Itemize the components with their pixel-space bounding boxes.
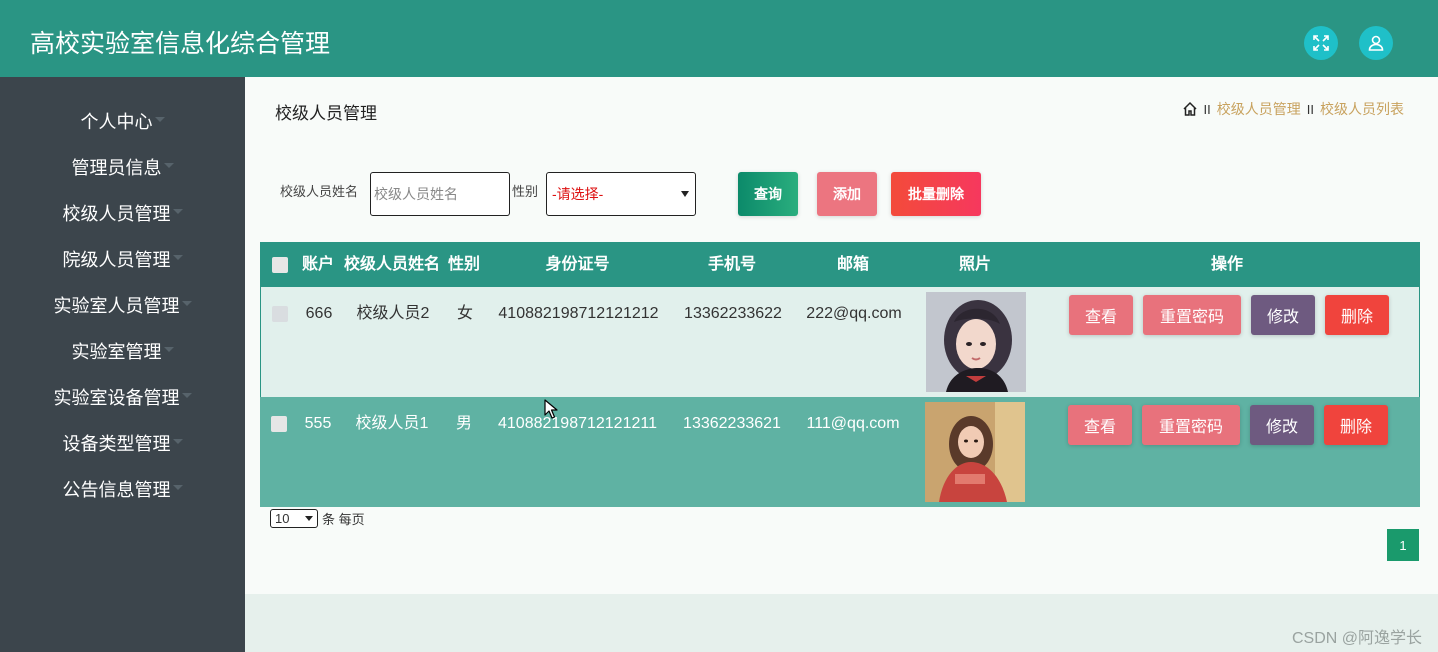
bulk-delete-button[interactable]: 批量删除 (891, 172, 981, 216)
column-header: 邮箱 (836, 256, 869, 273)
page-size-control: 10 条 每页 (270, 509, 365, 528)
reset-password-button[interactable]: 重置密码 (1142, 405, 1240, 445)
caret-down-icon (172, 254, 183, 260)
page-title: 校级人员管理 (275, 104, 377, 123)
sidebar-item-school-staff[interactable]: 校级人员管理 (0, 190, 245, 236)
name-cell: 校级人员2 (356, 305, 430, 322)
phone-cell: 13362233622 (684, 305, 782, 322)
sidebar: 个人中心 管理员信息 校级人员管理 院级人员管理 实验室人员管理 实验室管理 实… (0, 77, 245, 652)
reset-password-button[interactable]: 重置密码 (1143, 295, 1241, 335)
sidebar-item-label: 公告信息管理 (62, 480, 171, 500)
sidebar-item-label: 实验室人员管理 (53, 296, 180, 316)
breadcrumb-separator: II (1306, 101, 1314, 117)
app-title: 高校实验室信息化综合管理 (30, 30, 331, 58)
sidebar-item-label: 校级人员管理 (62, 204, 171, 224)
sidebar-item-college-staff[interactable]: 院级人员管理 (0, 236, 245, 282)
column-header: 账户 (301, 256, 334, 273)
chevron-down-icon (305, 516, 313, 521)
column-header: 操作 (1210, 256, 1243, 273)
table-row: 666 校级人员2 女 410882198712121212 133622336… (260, 287, 1420, 397)
column-header: 身份证号 (545, 256, 610, 273)
fullscreen-icon (1313, 35, 1329, 51)
watermark: CSDN @阿逸学长 (1291, 630, 1422, 647)
chevron-down-icon (681, 191, 689, 197)
home-icon[interactable] (1182, 101, 1198, 117)
user-menu-button[interactable] (1359, 26, 1393, 60)
gender-cell: 女 (456, 305, 473, 322)
sidebar-item-lab[interactable]: 实验室管理 (0, 328, 245, 374)
id-number-cell: 410882198712121211 (498, 415, 657, 432)
account-cell: 666 (305, 305, 333, 322)
sidebar-item-equipment-type[interactable]: 设备类型管理 (0, 420, 245, 466)
caret-down-icon (172, 484, 183, 490)
staff-photo (926, 292, 1026, 392)
account-cell: 555 (304, 415, 332, 432)
top-header: 高校实验室信息化综合管理 (0, 0, 1438, 77)
sidebar-item-label: 个人中心 (80, 112, 153, 132)
row-checkbox[interactable] (272, 306, 288, 322)
gender-filter-label: 性别 (512, 184, 539, 199)
sidebar-item-label: 实验室管理 (71, 342, 162, 362)
main-panel: 校级人员管理 II 校级人员管理 II 校级人员列表 校级人员姓名 性别 -请选… (245, 77, 1438, 594)
phone-cell: 13362233621 (683, 415, 781, 432)
name-search-input[interactable] (370, 172, 510, 216)
caret-down-icon (163, 162, 174, 168)
sidebar-item-label: 院级人员管理 (62, 250, 171, 270)
sidebar-item-admin-info[interactable]: 管理员信息 (0, 144, 245, 190)
column-header: 手机号 (707, 256, 756, 273)
column-header: 校级人员姓名 (343, 256, 440, 273)
sidebar-item-lab-staff[interactable]: 实验室人员管理 (0, 282, 245, 328)
staff-photo (925, 402, 1025, 502)
edit-button[interactable]: 修改 (1251, 295, 1315, 335)
delete-button[interactable]: 删除 (1324, 405, 1388, 445)
per-page-label: 条 每页 (322, 512, 365, 527)
caret-down-icon (181, 392, 192, 398)
email-cell: 111@qq.com (806, 415, 900, 432)
gender-select[interactable]: -请选择- (546, 172, 696, 216)
breadcrumb-item[interactable]: 校级人员列表 (1320, 99, 1404, 119)
caret-down-icon (163, 346, 174, 352)
caret-down-icon (181, 300, 192, 306)
id-number-cell: 410882198712121212 (498, 305, 659, 322)
view-button[interactable]: 查看 (1068, 405, 1132, 445)
sidebar-item-personal-center[interactable]: 个人中心 (0, 98, 245, 144)
query-button[interactable]: 查询 (738, 172, 798, 216)
email-cell: 222@qq.com (806, 305, 902, 322)
column-header: 照片 (958, 256, 991, 273)
sidebar-item-label: 实验室设备管理 (53, 388, 180, 408)
row-checkbox[interactable] (271, 416, 287, 432)
gender-select-value: -请选择- (552, 186, 604, 202)
page-number-button[interactable]: 1 (1387, 529, 1419, 561)
table-row: 555 校级人员1 男 410882198712121211 133622336… (260, 397, 1420, 507)
breadcrumb-item[interactable]: 校级人员管理 (1217, 99, 1301, 119)
gender-cell: 男 (455, 415, 472, 432)
user-icon (1368, 35, 1384, 51)
edit-button[interactable]: 修改 (1250, 405, 1314, 445)
caret-down-icon (154, 116, 165, 122)
breadcrumb-separator: II (1203, 101, 1211, 117)
name-cell: 校级人员1 (355, 415, 429, 432)
page-size-select[interactable]: 10 (270, 509, 318, 528)
view-button[interactable]: 查看 (1069, 295, 1133, 335)
delete-button[interactable]: 删除 (1325, 295, 1389, 335)
table-header: 账户 校级人员姓名 性别 身份证号 手机号 邮箱 照片 操作 (260, 242, 1420, 287)
add-button[interactable]: 添加 (817, 172, 877, 216)
fullscreen-button[interactable] (1304, 26, 1338, 60)
column-header: 性别 (447, 256, 480, 273)
name-filter-label: 校级人员姓名 (280, 184, 359, 199)
sidebar-item-label: 设备类型管理 (62, 434, 171, 454)
sidebar-item-lab-equipment[interactable]: 实验室设备管理 (0, 374, 245, 420)
mouse-pointer-icon (544, 399, 558, 419)
page-size-value: 10 (275, 511, 290, 526)
caret-down-icon (172, 208, 183, 214)
select-all-checkbox[interactable] (272, 257, 288, 273)
sidebar-item-label: 管理员信息 (71, 158, 162, 178)
breadcrumb: II 校级人员管理 II 校级人员列表 (1182, 99, 1404, 119)
caret-down-icon (172, 438, 183, 444)
sidebar-item-announcements[interactable]: 公告信息管理 (0, 466, 245, 512)
